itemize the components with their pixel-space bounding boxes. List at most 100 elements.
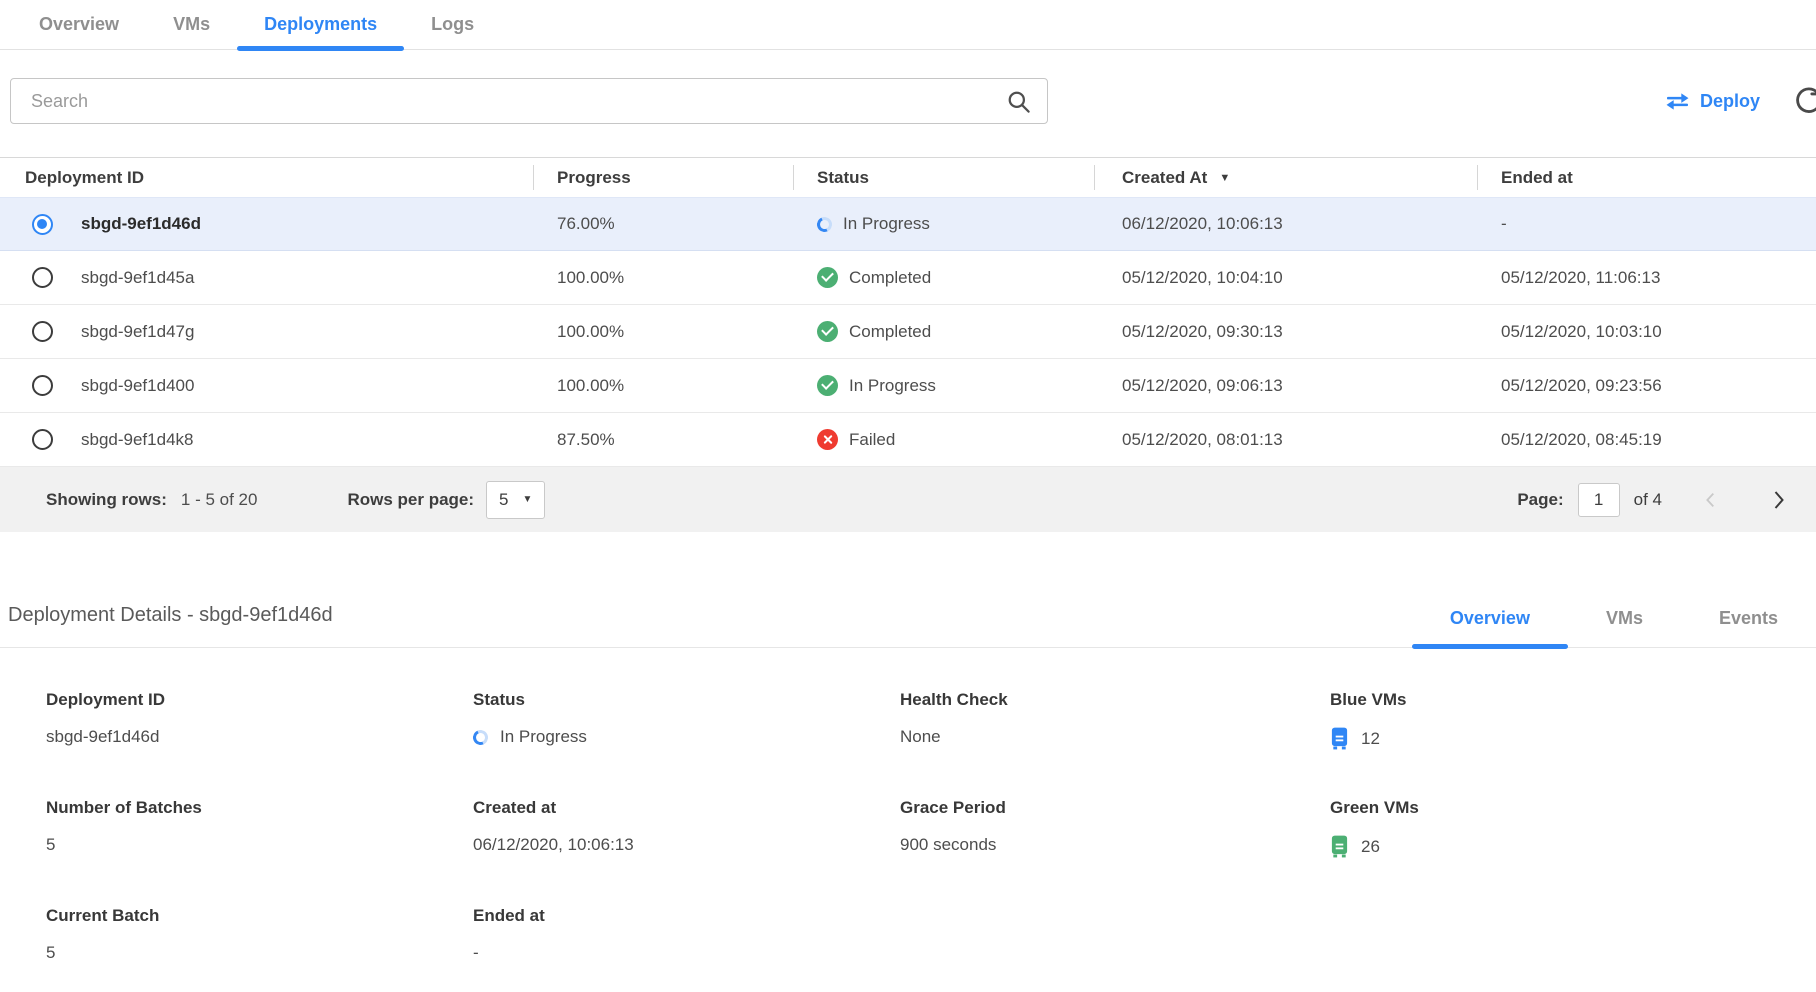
next-page-button[interactable] <box>1766 488 1790 512</box>
tab-overview-label: Overview <box>39 14 119 35</box>
prev-page-button[interactable] <box>1700 489 1722 511</box>
header-created-at-label: Created At <box>1122 168 1207 188</box>
row-radio[interactable] <box>32 321 53 342</box>
field-value: 5 <box>46 835 473 855</box>
status-label: In Progress <box>843 214 930 234</box>
created-at-value: 05/12/2020, 10:04:10 <box>1094 268 1477 288</box>
status-completed-icon <box>817 267 838 288</box>
header-created-at[interactable]: Created At ▼ <box>1094 158 1477 197</box>
field-created-at: Created at 06/12/2020, 10:06:13 <box>473 798 900 858</box>
header-ended-at: Ended at <box>1477 158 1816 197</box>
field-deployment-id: Deployment ID sbgd-9ef1d46d <box>46 690 473 750</box>
sort-desc-icon[interactable]: ▼ <box>1219 172 1230 184</box>
table-row[interactable]: sbgd-9ef1d400 100.00% In Progress 05/12/… <box>0 359 1816 413</box>
row-radio[interactable] <box>32 429 53 450</box>
tab-overview[interactable]: Overview <box>12 0 146 49</box>
search-input[interactable] <box>10 78 1048 124</box>
ended-at-value: 05/12/2020, 11:06:13 <box>1477 268 1816 288</box>
ended-at-value: 05/12/2020, 08:45:19 <box>1477 430 1816 450</box>
created-at-value: 06/12/2020, 10:06:13 <box>1094 214 1477 234</box>
header-deployment-id-label: Deployment ID <box>25 168 144 188</box>
showing-rows-label: Showing rows: <box>46 490 167 510</box>
row-radio[interactable] <box>32 214 53 235</box>
field-value: 5 <box>46 943 473 963</box>
deployments-table: Deployment ID Progress Status Created At… <box>0 157 1816 532</box>
table-header: Deployment ID Progress Status Created At… <box>0 157 1816 197</box>
field-value: 06/12/2020, 10:06:13 <box>473 835 900 855</box>
row-radio[interactable] <box>32 267 53 288</box>
details-tab-vms-label: VMs <box>1606 608 1643 628</box>
field-number-of-batches: Number of Batches 5 <box>46 798 473 858</box>
status-completed-icon <box>817 375 838 396</box>
tab-deployments-label: Deployments <box>264 14 377 35</box>
field-ended-at: Ended at - <box>473 906 900 963</box>
details-header: Deployment Details - sbgd-9ef1d46d Overv… <box>0 604 1816 648</box>
field-value: sbgd-9ef1d46d <box>46 727 473 747</box>
tab-deployments[interactable]: Deployments <box>237 0 404 49</box>
rows-per-page-select[interactable]: 5 ▼ <box>486 481 545 519</box>
page-input[interactable] <box>1578 483 1620 517</box>
progress-value: 100.00% <box>533 376 793 396</box>
deployment-id: sbgd-9ef1d4k8 <box>81 430 193 450</box>
table-row[interactable]: sbgd-9ef1d46d 76.00% In Progress 06/12/2… <box>0 197 1816 251</box>
tab-vms[interactable]: VMs <box>146 0 237 49</box>
field-label: Status <box>473 690 900 710</box>
search-icon <box>1005 88 1032 120</box>
ended-at-value: - <box>1477 214 1816 234</box>
deployment-id: sbgd-9ef1d45a <box>81 268 194 288</box>
status-completed-icon <box>817 321 838 342</box>
tab-logs[interactable]: Logs <box>404 0 501 49</box>
progress-value: 87.50% <box>533 430 793 450</box>
header-status: Status <box>793 158 1094 197</box>
tab-logs-label: Logs <box>431 14 474 35</box>
vm-server-icon <box>1330 835 1349 858</box>
details-tab-vms[interactable]: VMs <box>1568 608 1681 647</box>
deploy-button[interactable]: Deploy <box>1665 91 1760 112</box>
refresh-icon[interactable] <box>1792 82 1816 120</box>
header-progress-label: Progress <box>557 168 631 188</box>
table-row[interactable]: sbgd-9ef1d47g 100.00% Completed 05/12/20… <box>0 305 1816 359</box>
details-tab-overview[interactable]: Overview <box>1412 608 1568 647</box>
row-radio[interactable] <box>32 375 53 396</box>
created-at-value: 05/12/2020, 09:30:13 <box>1094 322 1477 342</box>
status-label: In Progress <box>849 376 936 396</box>
field-value: 26 <box>1361 837 1380 857</box>
header-progress: Progress <box>533 158 793 197</box>
created-at-value: 05/12/2020, 09:06:13 <box>1094 376 1477 396</box>
status-in-progress-icon <box>815 214 834 233</box>
progress-value: 76.00% <box>533 214 793 234</box>
deploy-button-label: Deploy <box>1700 91 1760 112</box>
field-label: Current Batch <box>46 906 473 926</box>
field-label: Ended at <box>473 906 900 926</box>
ended-at-value: 05/12/2020, 09:23:56 <box>1477 376 1816 396</box>
deployment-id: sbgd-9ef1d47g <box>81 322 194 342</box>
created-at-value: 05/12/2020, 08:01:13 <box>1094 430 1477 450</box>
details-tab-events-label: Events <box>1719 608 1778 628</box>
table-row[interactable]: sbgd-9ef1d4k8 87.50% Failed 05/12/2020, … <box>0 413 1816 467</box>
field-label: Green VMs <box>1330 798 1816 818</box>
status-label: Completed <box>849 322 931 342</box>
showing-rows-value: 1 - 5 of 20 <box>181 490 258 510</box>
details-tabbar: Overview VMs Events <box>1412 608 1816 647</box>
toolbar: Deploy <box>10 78 1816 124</box>
details-tab-events[interactable]: Events <box>1681 608 1816 647</box>
rows-per-page-label: Rows per page: <box>347 490 474 510</box>
tab-vms-label: VMs <box>173 14 210 35</box>
field-label: Blue VMs <box>1330 690 1816 710</box>
header-ended-at-label: Ended at <box>1501 168 1573 188</box>
field-blue-vms: Blue VMs 12 <box>1330 690 1816 750</box>
field-label: Number of Batches <box>46 798 473 818</box>
ended-at-value: 05/12/2020, 10:03:10 <box>1477 322 1816 342</box>
deploy-swap-icon <box>1665 91 1690 112</box>
header-status-label: Status <box>817 168 869 188</box>
rows-per-page-value: 5 <box>499 490 508 510</box>
field-value: None <box>900 727 1330 747</box>
table-row[interactable]: sbgd-9ef1d45a 100.00% Completed 05/12/20… <box>0 251 1816 305</box>
details-title: Deployment Details - sbgd-9ef1d46d <box>8 604 333 647</box>
progress-value: 100.00% <box>533 268 793 288</box>
field-value: 12 <box>1361 729 1380 749</box>
field-label: Created at <box>473 798 900 818</box>
status-label: Failed <box>849 430 895 450</box>
field-status: Status In Progress <box>473 690 900 750</box>
search-wrap <box>10 78 1048 124</box>
